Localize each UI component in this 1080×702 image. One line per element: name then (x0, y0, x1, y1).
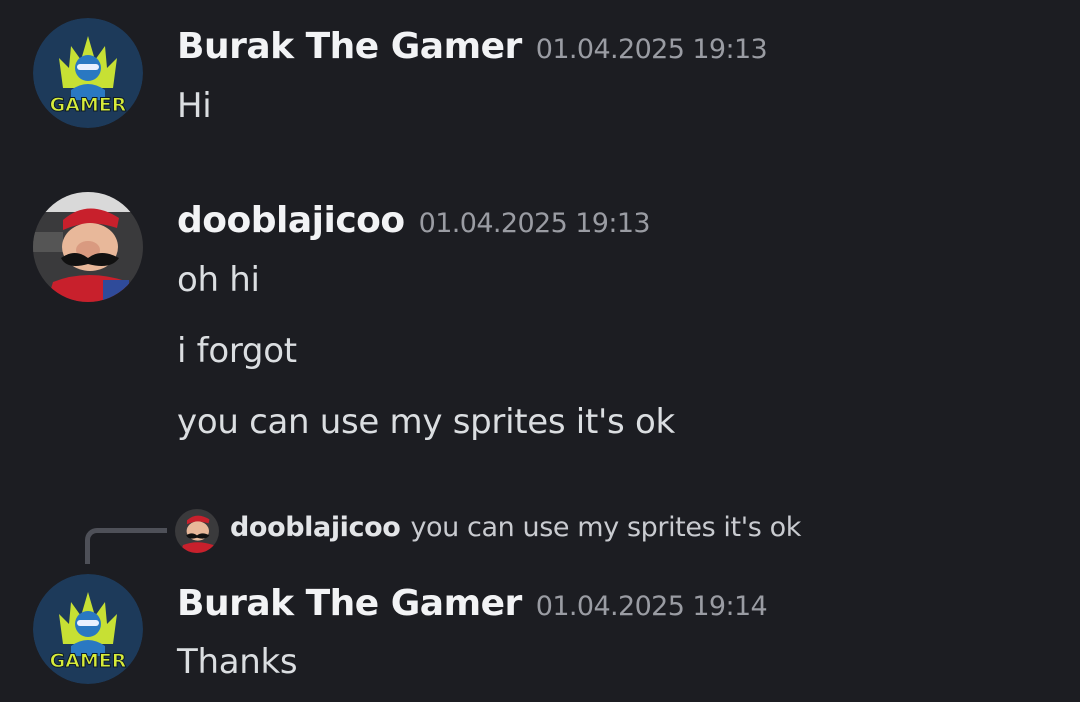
username[interactable]: dooblajicoo (177, 200, 405, 241)
mario-plush-icon (175, 509, 219, 553)
avatar-burak[interactable]: GAMER (33, 574, 143, 684)
message-header: dooblajicoo 01.04.2025 19:13 (177, 200, 651, 241)
svg-text:GAMER: GAMER (50, 94, 127, 116)
avatar-dooblajicoo[interactable] (33, 192, 143, 302)
svg-text:GAMER: GAMER (50, 650, 127, 672)
timestamp: 01.04.2025 19:13 (418, 208, 651, 239)
chat-log: GAMER Burak The Gamer 01.04.2025 19:13 Hi… (0, 0, 1080, 702)
username[interactable]: Burak The Gamer (177, 583, 522, 624)
message-text: oh hi (177, 260, 260, 300)
message-header: Burak The Gamer 01.04.2025 19:14 (177, 583, 768, 624)
avatar-burak[interactable]: GAMER (33, 18, 143, 128)
gamer-logo-icon: GAMER (33, 18, 143, 128)
username[interactable]: Burak The Gamer (177, 26, 522, 67)
message-text: Hi (177, 86, 212, 126)
reply-avatar[interactable] (175, 509, 219, 553)
message-text: i forgot (177, 331, 297, 371)
timestamp: 01.04.2025 19:13 (535, 34, 768, 65)
timestamp: 01.04.2025 19:14 (535, 591, 768, 622)
message-text: you can use my sprites it's ok (177, 402, 675, 442)
mario-plush-icon (33, 192, 143, 302)
reply-content: you can use my sprites it's ok (410, 512, 801, 543)
reply-username[interactable]: dooblajicoo (230, 512, 401, 543)
message-text: Thanks (177, 642, 298, 682)
gamer-logo-icon: GAMER (33, 574, 143, 684)
message-header: Burak The Gamer 01.04.2025 19:13 (177, 26, 768, 67)
reply-connector (85, 528, 167, 564)
reply-preview[interactable]: dooblajicoo you can use my sprites it's o… (230, 512, 801, 543)
